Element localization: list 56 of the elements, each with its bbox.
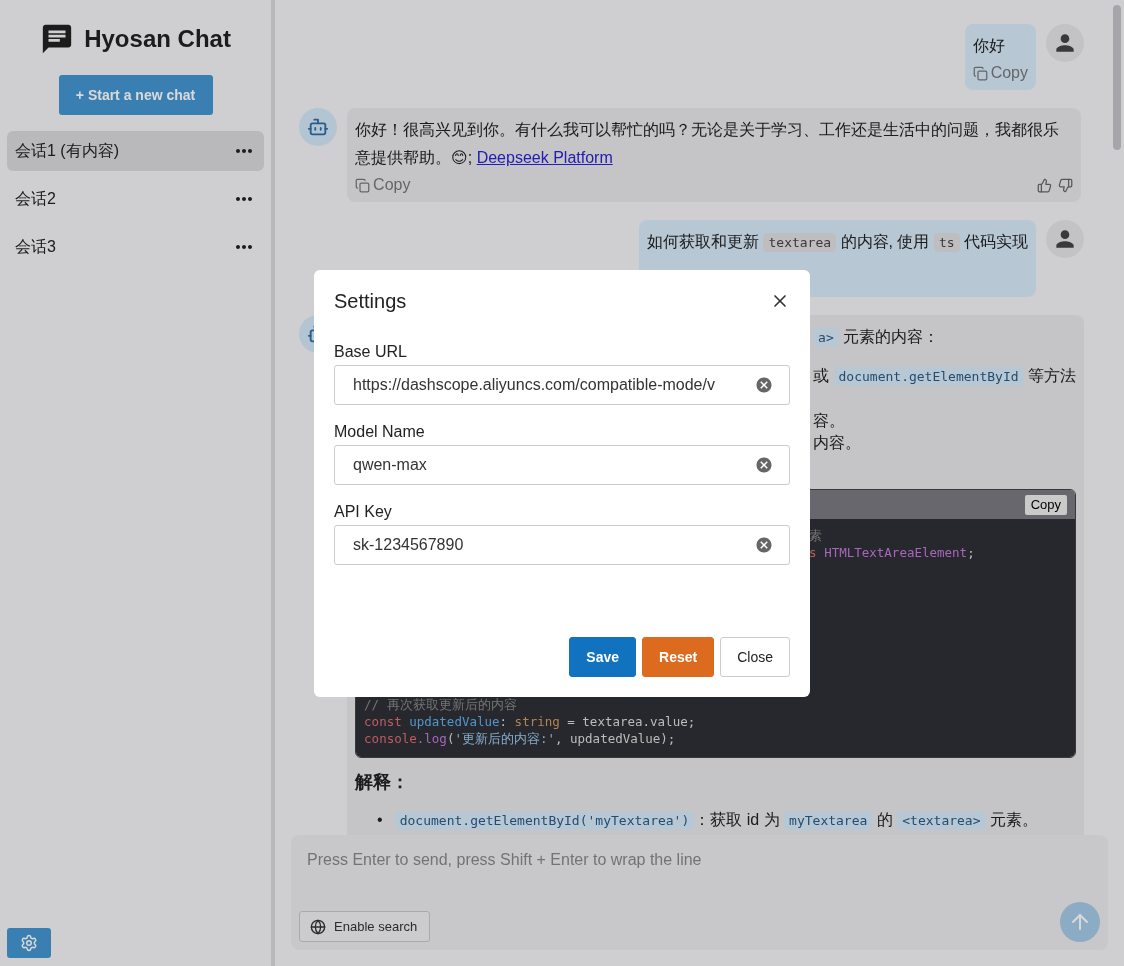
conversation-title: 会话1 (有内容) xyxy=(15,140,119,161)
clear-icon[interactable] xyxy=(755,375,773,394)
inline-code: <textarea> xyxy=(897,811,986,830)
section-heading: 解释： xyxy=(355,771,411,794)
message-text: 如何获取和更新 textarea 的内容, 使用 ts 代码实现 xyxy=(647,232,1028,254)
app-title: Hyosan Chat xyxy=(84,25,231,53)
dialog-title: Settings xyxy=(334,289,407,313)
inline-code: ts xyxy=(933,233,960,252)
scrollbar-thumb[interactable] xyxy=(1113,5,1121,150)
link[interactable]: Deepseek Platform xyxy=(476,149,613,166)
globe-icon xyxy=(310,918,327,935)
user-avatar-icon xyxy=(1046,220,1084,258)
conversation-item[interactable]: 会话2 xyxy=(7,179,265,219)
message-input[interactable]: Press Enter to send, press Shift + Enter to wrap the line xyxy=(307,851,1100,869)
clear-icon[interactable] xyxy=(755,455,773,474)
conversation-title: 会话2 xyxy=(15,188,56,209)
field-label: Model Name xyxy=(334,422,426,441)
robot-avatar-icon xyxy=(299,108,338,146)
message-text: a> 元素的内容： xyxy=(813,323,1076,352)
inline-code: myTextarea xyxy=(784,811,873,830)
message-text: 你好！很高兴见到你。有什么我可以帮忙的吗？无论是关于学习、工作还是生活中的问题，我都很乐意提供帮助。😊; Deepseek Platform xyxy=(355,120,1061,168)
copy-icon xyxy=(972,65,988,81)
inline-code: textarea xyxy=(763,233,837,252)
dialog-button[interactable]: Save xyxy=(569,636,637,677)
field-label: Base URL xyxy=(334,342,408,361)
inline-code: a> xyxy=(813,328,839,347)
thumbs-down-icon[interactable] xyxy=(1058,177,1074,193)
conversation-item[interactable]: 会话3 xyxy=(7,227,265,267)
code-line: 素 xyxy=(809,528,823,543)
message-text: 内容。 xyxy=(813,433,863,453)
field-label: API Key xyxy=(334,502,393,521)
gear-icon xyxy=(20,934,38,952)
settings-button[interactable] xyxy=(7,928,51,958)
enable-search-button[interactable]: Enable search xyxy=(299,911,431,942)
dialog-button[interactable]: Close xyxy=(720,636,790,677)
user-avatar-icon xyxy=(1046,24,1084,62)
inline-code: document.getElementById xyxy=(833,367,1024,386)
bullet-marker: • xyxy=(377,810,383,830)
text-field[interactable]: sk-1234567890 xyxy=(334,524,790,565)
text-field[interactable]: https://dashscope.aliyuncs.com/compatible-mode/v xyxy=(334,364,790,405)
clear-icon[interactable] xyxy=(755,535,773,554)
inline-code: document.getElementById('myTextarea') xyxy=(394,811,695,830)
code-line: console.log('更新后的内容:', updatedValue); xyxy=(364,731,676,746)
message-text: document.getElementById('myTextarea') ：获取 id 为 myTextarea 的 <textarea> 元素。 xyxy=(394,806,1038,835)
code-line: // 再次获取更新后的内容 xyxy=(364,697,517,712)
text-field[interactable]: qwen-max xyxy=(334,444,790,485)
code-line: s HTMLTextAreaElement; xyxy=(809,545,975,560)
copy-icon xyxy=(355,177,371,193)
code-line: const updatedValue: string = textarea.value; xyxy=(364,714,696,729)
copy-code-button[interactable]: Copy xyxy=(1024,494,1067,515)
message-text: 容。 xyxy=(813,411,847,431)
thumbs-up-icon[interactable] xyxy=(1037,177,1053,193)
message-text: 你好 xyxy=(972,36,1006,56)
conversation-item[interactable]: 会话1 (有内容) xyxy=(7,131,265,171)
message-text: 或 document.getElementById 等方法 xyxy=(813,366,1076,388)
conversation-title: 会话3 xyxy=(15,236,56,257)
